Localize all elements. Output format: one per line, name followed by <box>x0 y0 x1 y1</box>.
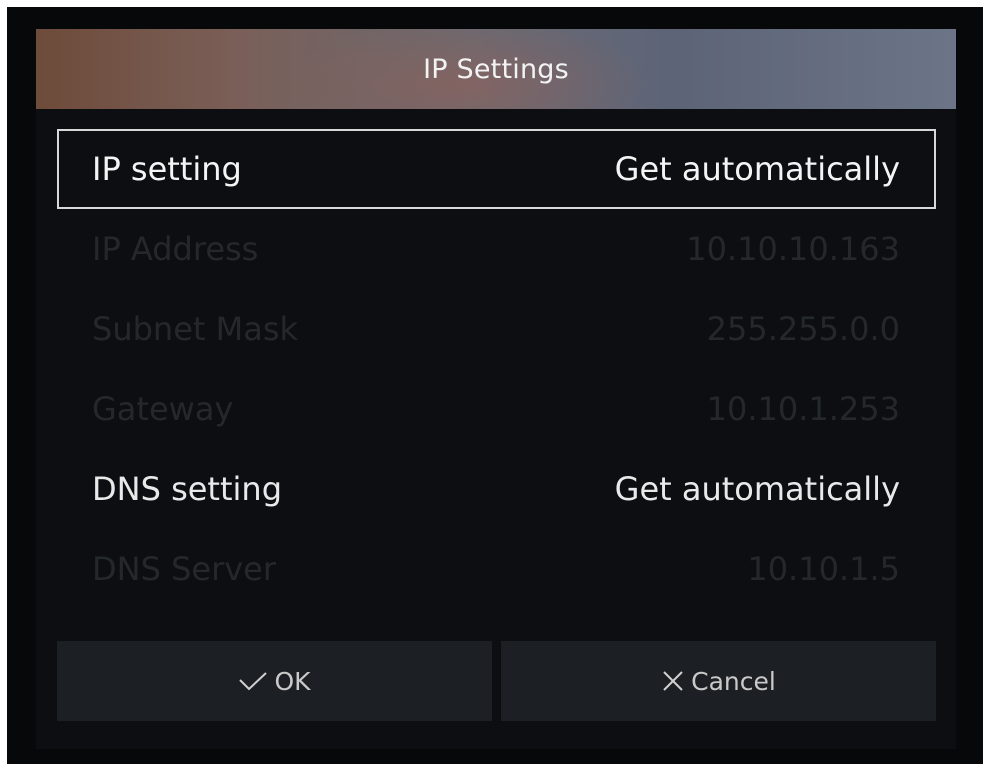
close-icon <box>661 669 685 693</box>
cancel-button[interactable]: Cancel <box>501 641 936 721</box>
tv-screen: IP Settings IP setting Get automatically… <box>7 7 983 764</box>
ip-setting-row[interactable]: IP setting Get automatically <box>57 129 936 209</box>
dns-setting-label: DNS setting <box>92 470 282 508</box>
ip-setting-label: IP setting <box>92 150 242 188</box>
dns-server-row: DNS Server 10.10.1.5 <box>57 529 936 609</box>
cancel-button-label: Cancel <box>691 666 776 696</box>
ip-settings-dialog: IP Settings IP setting Get automatically… <box>36 29 956 749</box>
ip-setting-value: Get automatically <box>614 150 900 188</box>
gateway-label: Gateway <box>92 390 234 428</box>
ip-address-row: IP Address 10.10.10.163 <box>57 209 936 289</box>
ip-address-label: IP Address <box>92 230 259 268</box>
dns-server-label: DNS Server <box>92 550 276 588</box>
check-icon <box>238 670 268 692</box>
ok-button-label: OK <box>274 666 311 696</box>
settings-list: IP setting Get automatically IP Address … <box>57 129 936 609</box>
dialog-title: IP Settings <box>423 53 569 85</box>
dns-setting-row[interactable]: DNS setting Get automatically <box>57 449 936 529</box>
dns-setting-value: Get automatically <box>614 470 900 508</box>
gateway-value: 10.10.1.253 <box>706 390 900 428</box>
subnet-mask-label: Subnet Mask <box>92 310 299 348</box>
ok-button[interactable]: OK <box>57 641 492 721</box>
dialog-header: IP Settings <box>36 29 956 109</box>
subnet-mask-value: 255.255.0.0 <box>706 310 900 348</box>
gateway-row: Gateway 10.10.1.253 <box>57 369 936 449</box>
subnet-mask-row: Subnet Mask 255.255.0.0 <box>57 289 936 369</box>
dialog-buttons: OK Cancel <box>57 641 936 721</box>
ip-address-value: 10.10.10.163 <box>686 230 900 268</box>
dns-server-value: 10.10.1.5 <box>747 550 900 588</box>
